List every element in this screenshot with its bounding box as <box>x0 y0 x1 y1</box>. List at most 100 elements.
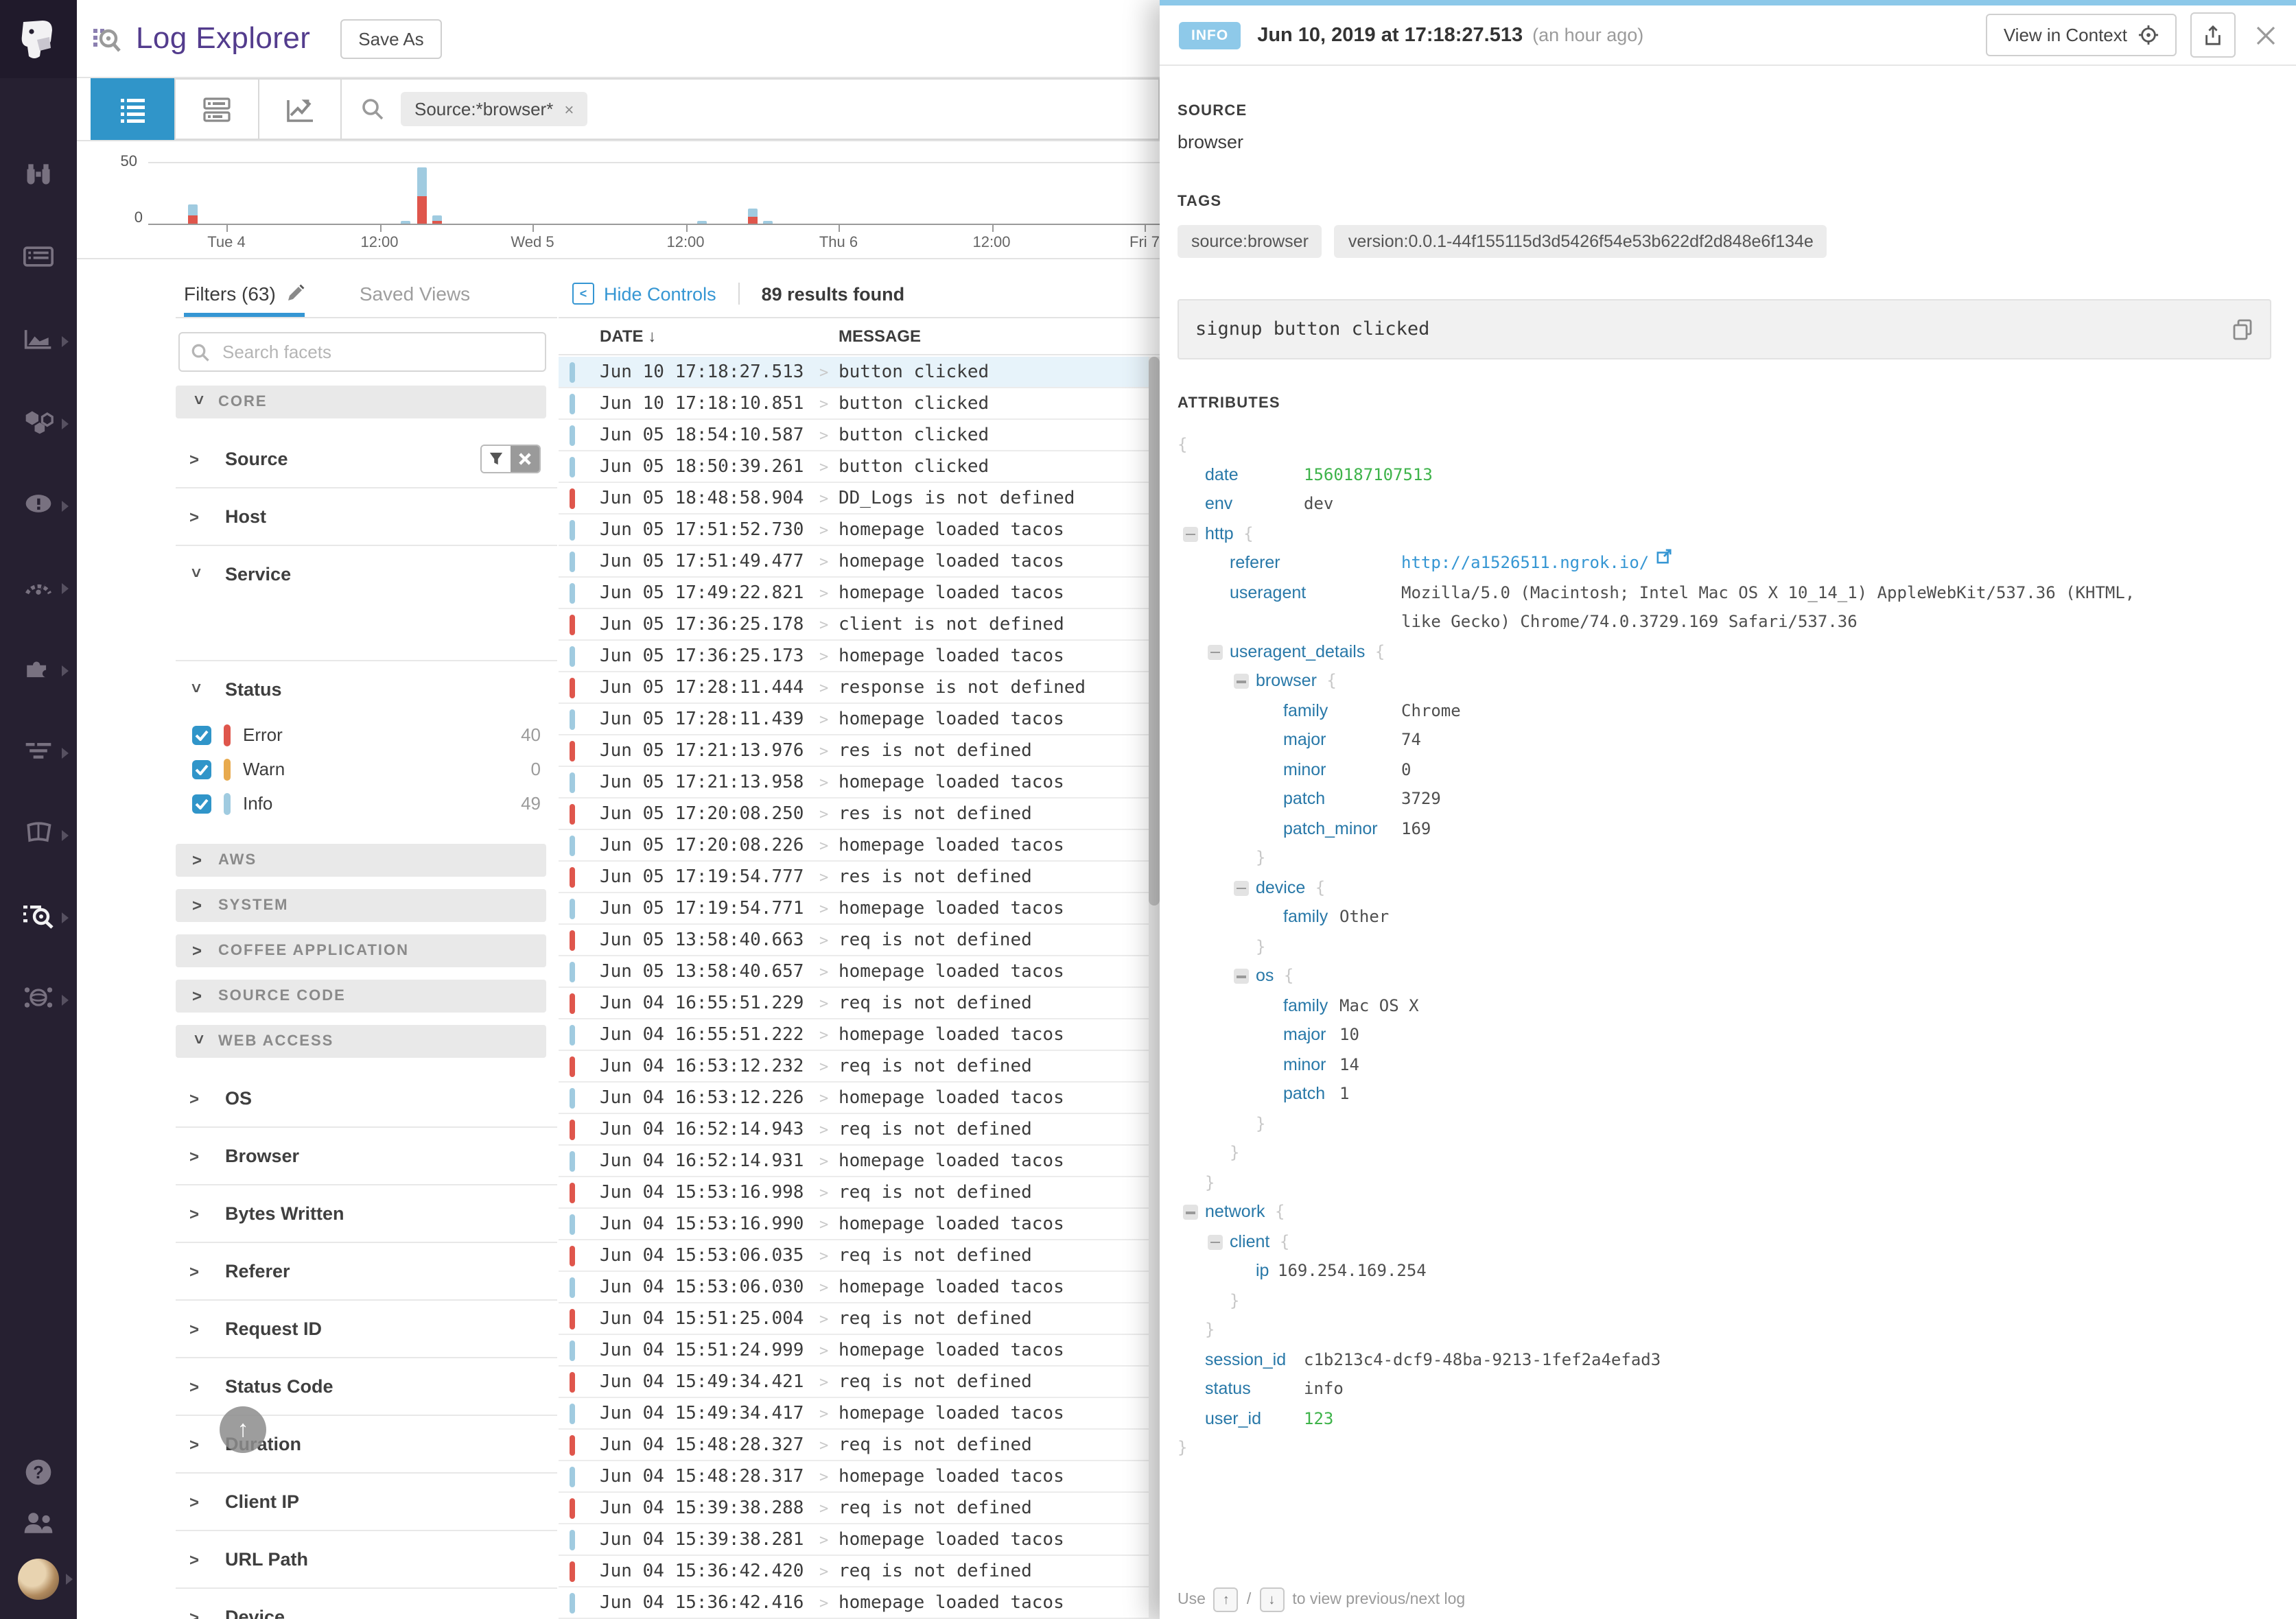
facet-clear-button[interactable] <box>511 446 539 472</box>
collapse-node-icon[interactable] <box>1234 674 1249 689</box>
log-row[interactable]: Jun 04 16:53:12.226 > homepage loaded ta… <box>559 1083 1160 1114</box>
tab-saved-views[interactable]: Saved Views <box>360 270 470 317</box>
facet-source[interactable]: > Source <box>176 431 557 487</box>
collapse-node-icon[interactable] <box>1234 969 1249 984</box>
sidebar-item-metrics[interactable] <box>0 300 77 383</box>
facet-client-ip[interactable]: > Client IP <box>176 1472 557 1530</box>
attr-key[interactable]: status <box>1205 1375 1304 1404</box>
attr-key[interactable]: patch <box>1283 1080 1339 1109</box>
attr-key[interactable]: client <box>1230 1227 1269 1257</box>
tab-filters[interactable]: Filters (63) <box>184 270 305 317</box>
attr-key[interactable]: major <box>1283 1021 1339 1050</box>
column-message[interactable]: MESSAGE <box>839 327 921 346</box>
log-row[interactable]: Jun 05 17:21:13.958 > homepage loaded ta… <box>559 767 1160 799</box>
sidebar-item-pipelines[interactable] <box>0 712 77 794</box>
collapse-node-icon[interactable] <box>1183 1205 1198 1220</box>
facet-search-input[interactable] <box>220 340 472 364</box>
collapse-node-icon[interactable] <box>1208 644 1223 659</box>
log-row[interactable]: Jun 04 16:52:14.931 > homepage loaded ta… <box>559 1146 1160 1177</box>
log-row[interactable]: Jun 04 15:53:16.998 > req is not defined <box>559 1177 1160 1209</box>
save-as-button[interactable]: Save As <box>340 19 441 58</box>
facet-group-system[interactable]: >SYSTEM <box>176 889 546 922</box>
attr-key[interactable]: patch_minor <box>1283 814 1401 844</box>
log-row[interactable]: Jun 04 15:53:06.035 > req is not defined <box>559 1240 1160 1272</box>
attr-key[interactable]: http <box>1205 519 1234 549</box>
edit-pencil-icon[interactable] <box>285 284 305 303</box>
histogram-bar[interactable] <box>400 221 410 224</box>
log-row[interactable]: Jun 05 13:58:40.663 > req is not defined <box>559 925 1160 956</box>
log-row[interactable]: Jun 05 17:20:08.226 > homepage loaded ta… <box>559 830 1160 862</box>
log-row[interactable]: Jun 05 17:51:49.477 > homepage loaded ta… <box>559 546 1160 578</box>
list-view-button[interactable] <box>91 78 174 140</box>
collapse-node-icon[interactable] <box>1183 526 1198 541</box>
hide-controls-button[interactable]: < Hide Controls <box>572 283 716 305</box>
log-row[interactable]: Jun 04 16:52:14.943 > req is not defined <box>559 1114 1160 1146</box>
attr-key[interactable]: env <box>1205 490 1304 519</box>
facet-url-path[interactable]: > URL Path <box>176 1530 557 1587</box>
log-row[interactable]: Jun 04 15:36:42.416 > homepage loaded ta… <box>559 1587 1160 1619</box>
log-row[interactable]: Jun 05 17:19:54.777 > res is not defined <box>559 862 1160 893</box>
attr-key[interactable]: date <box>1205 460 1304 490</box>
log-row[interactable]: Jun 04 15:53:06.030 > homepage loaded ta… <box>559 1272 1160 1303</box>
view-in-context-button[interactable]: View in Context <box>1986 14 2177 56</box>
list-scrollbar-thumb[interactable] <box>1149 357 1160 906</box>
collapse-node-icon[interactable] <box>1208 1234 1223 1249</box>
facet-group-source-code[interactable]: >SOURCE CODE <box>176 980 546 1013</box>
attr-key[interactable]: user_id <box>1205 1404 1304 1434</box>
checkbox-checked[interactable] <box>192 725 211 744</box>
scroll-to-top-button[interactable]: ↑ <box>220 1406 266 1453</box>
log-row[interactable]: Jun 05 17:51:52.730 > homepage loaded ta… <box>559 515 1160 546</box>
attr-key[interactable]: useragent <box>1230 578 1401 608</box>
chip-remove-icon[interactable]: × <box>564 99 574 119</box>
log-row[interactable]: Jun 04 16:53:12.232 > req is not defined <box>559 1051 1160 1083</box>
log-row[interactable]: Jun 04 16:55:51.222 > homepage loaded ta… <box>559 1019 1160 1051</box>
facet-filter-button[interactable] <box>482 446 511 472</box>
log-row[interactable]: Jun 05 18:50:39.261 > button clicked <box>559 451 1160 483</box>
tag-chip[interactable]: source:browser <box>1178 225 1322 258</box>
attr-key[interactable]: ip <box>1256 1257 1278 1286</box>
attr-key[interactable]: useragent_details <box>1230 637 1365 667</box>
status-value-info[interactable]: Info49 <box>176 786 557 820</box>
log-row[interactable]: Jun 04 15:51:25.004 > req is not defined <box>559 1303 1160 1335</box>
facet-group-core[interactable]: >CORE <box>176 386 546 418</box>
histogram-bar[interactable] <box>696 221 706 224</box>
sidebar-item-network[interactable] <box>0 959 77 1041</box>
close-panel-button[interactable] <box>2255 24 2277 46</box>
log-row[interactable]: Jun 05 17:36:25.173 > homepage loaded ta… <box>559 641 1160 672</box>
facet-status-code[interactable]: > Status Code <box>176 1357 557 1415</box>
sidebar-item-watchdog[interactable] <box>0 136 77 218</box>
attr-key[interactable]: family <box>1283 696 1401 726</box>
log-row[interactable]: Jun 04 15:53:16.990 > homepage loaded ta… <box>559 1209 1160 1240</box>
attr-key[interactable]: session_id <box>1205 1345 1304 1375</box>
log-row[interactable]: Jun 05 17:21:13.976 > res is not defined <box>559 735 1160 767</box>
tag-chip[interactable]: version:0.0.1-44f155115d3d5426f54e53b622… <box>1335 225 1827 258</box>
log-row[interactable]: Jun 04 15:49:34.421 > req is not defined <box>559 1367 1160 1398</box>
facet-status[interactable]: > Status <box>176 660 557 718</box>
status-value-warn[interactable]: Warn0 <box>176 752 557 786</box>
sidebar-item-team[interactable] <box>22 1511 55 1542</box>
status-value-error[interactable]: Error40 <box>176 718 557 752</box>
attr-key[interactable]: os <box>1256 962 1274 991</box>
log-row[interactable]: Jun 05 17:49:22.821 > homepage loaded ta… <box>559 578 1160 609</box>
timeseries-histogram[interactable]: 50 0 Tue 412:00Wed 512:00Thu 612:00Fri 7 <box>77 141 1160 259</box>
checkbox-checked[interactable] <box>192 759 211 779</box>
facet-host[interactable]: > Host <box>176 487 557 545</box>
facet-request-id[interactable]: > Request ID <box>176 1299 557 1357</box>
histogram-bar[interactable] <box>187 204 197 224</box>
log-row[interactable]: Jun 10 17:18:10.851 > button clicked <box>559 388 1160 420</box>
facet-group-web-access[interactable]: >WEB ACCESS <box>176 1025 546 1058</box>
facet-service[interactable]: > Service <box>176 545 557 602</box>
sidebar-item-dashboards[interactable] <box>0 218 77 300</box>
log-row[interactable]: Jun 04 15:36:42.420 > req is not defined <box>559 1556 1160 1587</box>
log-row[interactable]: Jun 04 15:51:24.999 > homepage loaded ta… <box>559 1335 1160 1367</box>
search-bar[interactable]: Source:*browser* × <box>342 78 1160 140</box>
log-row[interactable]: Jun 10 17:18:27.513 > button clicked <box>559 357 1160 388</box>
sidebar-item-apm[interactable] <box>0 547 77 630</box>
log-row[interactable]: Jun 04 15:39:38.288 > req is not defined <box>559 1493 1160 1524</box>
attr-key[interactable]: referer <box>1230 549 1401 578</box>
key-down[interactable]: ↓ <box>1259 1587 1284 1612</box>
log-row[interactable]: Jun 05 17:19:54.771 > homepage loaded ta… <box>559 893 1160 925</box>
sidebar-item-logs[interactable] <box>0 877 77 959</box>
attr-key[interactable]: family <box>1283 903 1339 932</box>
aggregate-view-button[interactable] <box>174 78 258 140</box>
